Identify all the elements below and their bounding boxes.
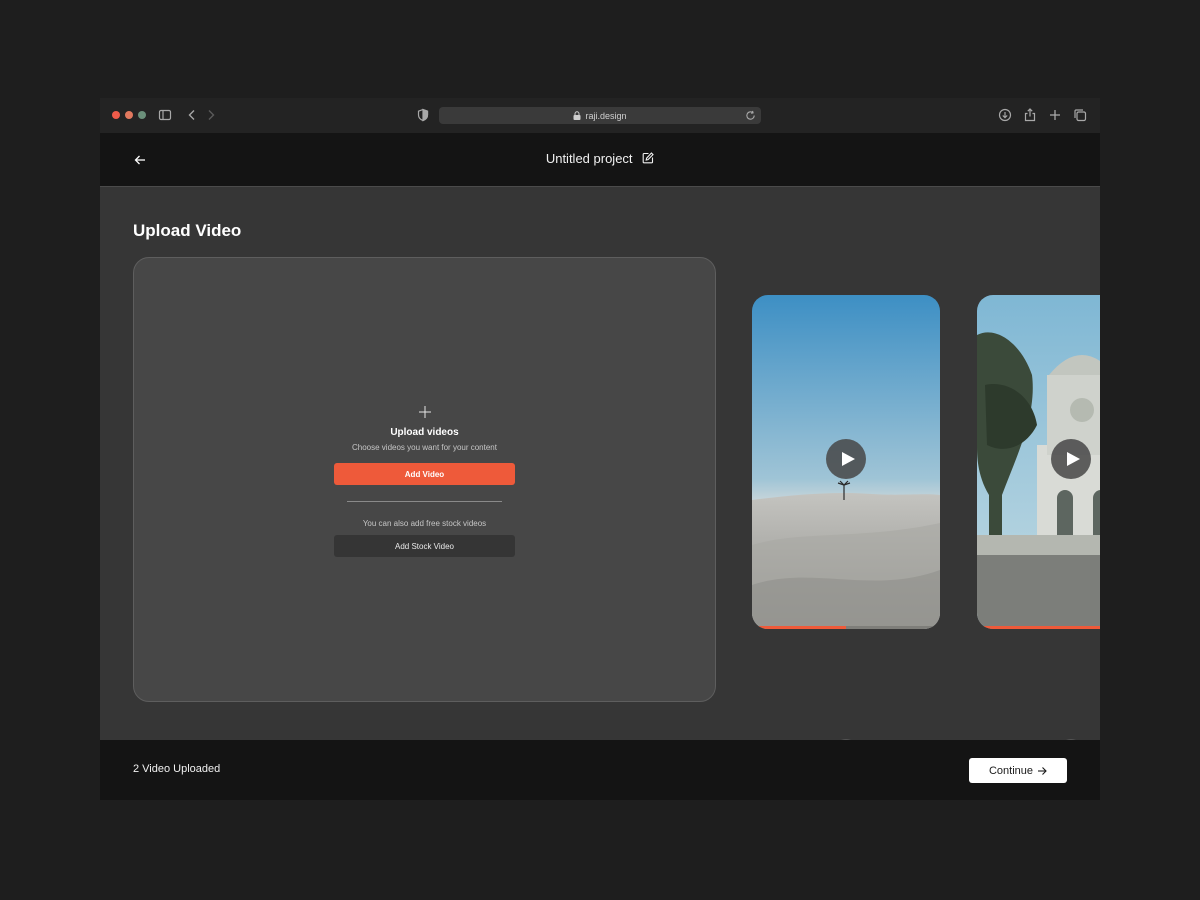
- sidebar-icon[interactable]: [158, 108, 172, 122]
- reload-icon[interactable]: [745, 110, 756, 121]
- chevron-left-icon[interactable]: [185, 108, 199, 122]
- share-icon[interactable]: [1023, 108, 1037, 122]
- upload-progress-fill: [752, 626, 846, 629]
- lock-icon: [573, 111, 581, 120]
- upload-dropzone[interactable]: Upload videos Choose videos you want for…: [133, 257, 716, 702]
- play-button[interactable]: [826, 439, 866, 479]
- close-window-button[interactable]: [112, 111, 120, 119]
- project-title[interactable]: Untitled project: [546, 151, 633, 166]
- continue-button[interactable]: Continue: [969, 758, 1067, 783]
- play-icon: [1066, 452, 1080, 466]
- upload-progress-fill: [977, 626, 1100, 629]
- upload-status: 2 Video Uploaded: [133, 763, 221, 775]
- dropzone-subtitle: Choose videos you want for your content: [352, 443, 497, 452]
- arrow-right-icon: [1038, 766, 1047, 775]
- dropzone-title: Upload videos: [390, 427, 459, 438]
- video-card[interactable]: [752, 295, 940, 629]
- play-button[interactable]: [1051, 439, 1091, 479]
- upload-progress: [977, 626, 1100, 629]
- upload-progress: [752, 626, 940, 629]
- shield-icon[interactable]: [416, 108, 430, 122]
- project-title-group: Untitled project: [100, 151, 1100, 166]
- tabs-icon[interactable]: [1073, 108, 1087, 122]
- browser-window: raji.design Untitled project Upload Vide…: [100, 98, 1100, 800]
- app-header: Untitled project: [100, 133, 1100, 187]
- edit-icon[interactable]: [642, 152, 654, 164]
- main-content: Upload Video Upload videos Choose videos…: [100, 188, 1100, 763]
- page-title: Upload Video: [133, 221, 242, 240]
- chevron-right-icon[interactable]: [204, 108, 218, 122]
- divider: [347, 501, 502, 502]
- add-stock-video-button[interactable]: Add Stock Video: [334, 535, 515, 557]
- download-icon[interactable]: [998, 108, 1012, 122]
- play-icon: [841, 452, 855, 466]
- plus-icon: [419, 406, 431, 418]
- address-bar[interactable]: raji.design: [439, 107, 761, 124]
- address-url: raji.design: [585, 110, 627, 121]
- plus-icon[interactable]: [1048, 108, 1062, 122]
- footer-bar: 2 Video Uploaded Continue: [100, 740, 1100, 800]
- minimize-window-button[interactable]: [125, 111, 133, 119]
- stock-video-hint: You can also add free stock videos: [362, 519, 487, 528]
- add-video-button[interactable]: Add Video: [334, 463, 515, 485]
- browser-toolbar: raji.design: [100, 98, 1100, 133]
- maximize-window-button[interactable]: [138, 111, 146, 119]
- video-card[interactable]: [977, 295, 1100, 629]
- continue-label: Continue: [988, 764, 1034, 777]
